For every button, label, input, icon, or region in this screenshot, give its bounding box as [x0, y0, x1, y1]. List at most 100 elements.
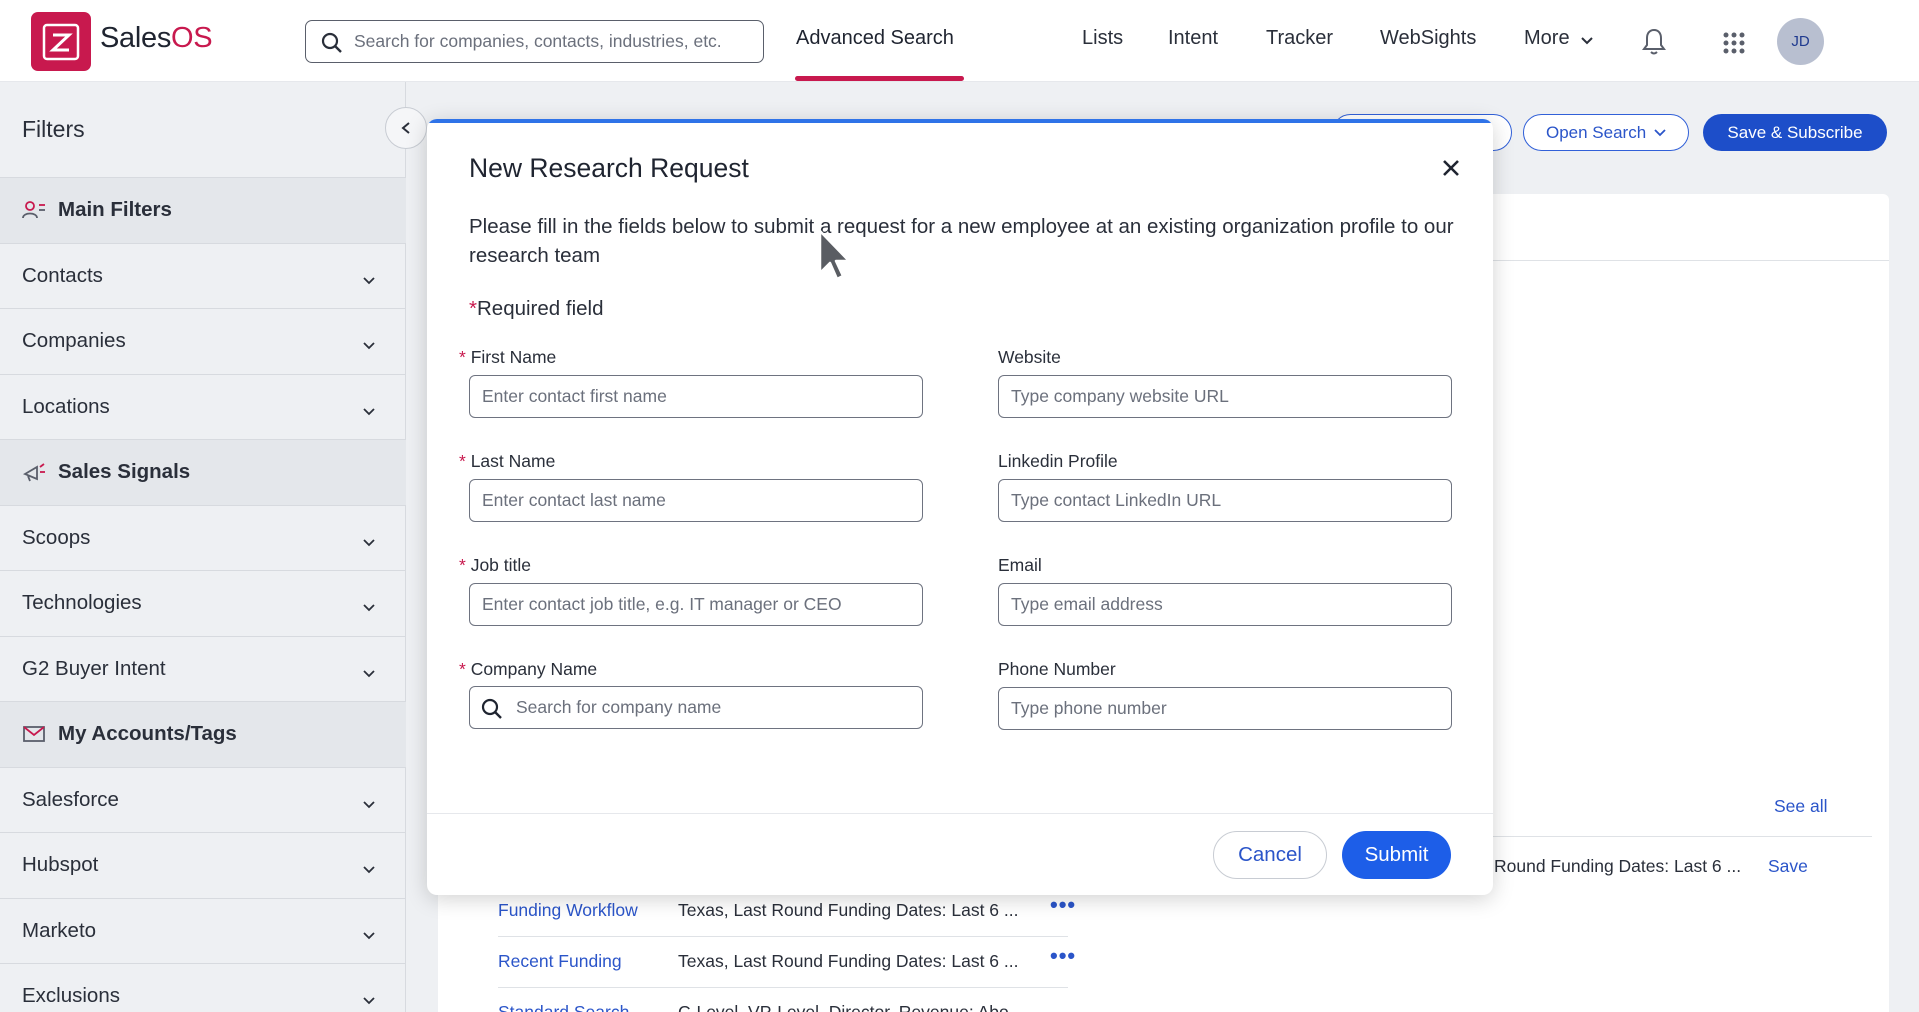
phone-input[interactable]: [1011, 698, 1451, 719]
sidebar-item-technologies[interactable]: Technologies: [0, 570, 406, 636]
sidebar-item-label: Exclusions: [22, 984, 120, 1008]
submit-button[interactable]: Submit: [1342, 831, 1451, 879]
filters-title: Filters: [22, 116, 85, 142]
brand-name: SalesOS: [100, 22, 213, 54]
mouse-cursor-icon: [818, 229, 852, 288]
chevron-down-icon: [362, 268, 376, 292]
chevron-down-icon: [362, 923, 376, 947]
divider: [498, 936, 1068, 937]
sidebar-item-label: Main Filters: [58, 198, 172, 222]
more-options-icon[interactable]: •••: [1050, 943, 1076, 969]
linkedin-input[interactable]: [1011, 490, 1451, 511]
submit-label: Submit: [1364, 843, 1429, 866]
last-name-label: * Last Name: [459, 451, 556, 471]
saved-search-name[interactable]: Recent Funding: [498, 951, 622, 972]
nav-intent[interactable]: Intent: [1168, 27, 1218, 50]
sidebar-section-main-filters[interactable]: Main Filters: [0, 177, 406, 243]
website-field[interactable]: [998, 375, 1452, 418]
company-name-input[interactable]: [516, 697, 922, 718]
sidebar-item-g2-buyer-intent[interactable]: G2 Buyer Intent: [0, 635, 406, 702]
chevron-down-icon: [362, 857, 376, 881]
modal-footer-divider: [427, 813, 1493, 814]
job-title-input[interactable]: [482, 594, 922, 615]
divider: [498, 987, 1068, 988]
chevron-down-icon: [1580, 33, 1594, 51]
filters-sidebar: Filters Main Filters Contacts Companies …: [0, 82, 427, 1012]
sidebar-item-label: Marketo: [22, 918, 97, 942]
nav-tracker[interactable]: Tracker: [1266, 27, 1333, 50]
save-subscribe-button[interactable]: Save & Subscribe: [1703, 114, 1887, 151]
close-icon[interactable]: [1439, 156, 1463, 180]
saved-search-name[interactable]: Standard Search: [498, 1002, 629, 1012]
more-options-icon[interactable]: •••: [1050, 892, 1076, 918]
required-field-note: *Required field: [469, 297, 604, 320]
sidebar-item-contacts[interactable]: Contacts: [0, 242, 406, 309]
open-search-button[interactable]: Open Search: [1523, 114, 1690, 151]
nav-more[interactable]: More: [1524, 27, 1570, 50]
contacts-icon: [22, 200, 46, 220]
global-search[interactable]: [305, 20, 764, 63]
linkedin-label: Linkedin Profile: [998, 451, 1118, 471]
last-name-input[interactable]: [482, 490, 922, 511]
sidebar-item-exclusions[interactable]: Exclusions: [0, 963, 406, 1012]
chevron-down-icon: [1654, 128, 1666, 136]
apps-grid-icon[interactable]: [1723, 32, 1745, 59]
sidebar-item-label: Locations: [22, 394, 110, 418]
sidebar-item-hubspot[interactable]: Hubspot: [0, 832, 406, 898]
email-label: Email: [998, 555, 1042, 575]
chevron-down-icon: [362, 333, 376, 357]
save-link[interactable]: Save: [1768, 856, 1808, 877]
sidebar-section-sales-signals[interactable]: Sales Signals: [0, 439, 406, 505]
chevron-down-icon: [362, 661, 376, 685]
nav-websights[interactable]: WebSights: [1380, 27, 1476, 50]
linkedin-field[interactable]: [998, 479, 1452, 522]
saved-search-name[interactable]: Funding Workflow: [498, 900, 638, 921]
first-name-field[interactable]: [469, 375, 923, 418]
chevron-down-icon: [362, 595, 376, 619]
bell-icon[interactable]: [1641, 27, 1667, 62]
mail-tag-icon: [22, 724, 46, 744]
sidebar-item-scoops[interactable]: Scoops: [0, 504, 406, 571]
job-title-field[interactable]: [469, 583, 923, 626]
email-field[interactable]: [998, 583, 1452, 626]
website-input[interactable]: [1011, 386, 1451, 407]
search-icon: [480, 697, 504, 726]
chevron-down-icon: [362, 530, 376, 554]
nav-lists[interactable]: Lists: [1082, 27, 1123, 50]
collapse-sidebar-button[interactable]: [385, 107, 427, 149]
avatar-initials: JD: [1791, 33, 1810, 50]
sidebar-item-locations[interactable]: Locations: [0, 373, 406, 440]
zoominfo-logo-icon[interactable]: [31, 12, 91, 71]
modal-accent-bar: [427, 119, 1493, 123]
phone-field[interactable]: [998, 687, 1452, 730]
first-name-input[interactable]: [482, 386, 922, 407]
sidebar-item-label: My Accounts/Tags: [58, 722, 237, 746]
sidebar-item-marketo[interactable]: Marketo: [0, 897, 406, 964]
email-input[interactable]: [1011, 594, 1451, 615]
chevron-down-icon: [362, 988, 376, 1012]
sidebar-section-my-accounts-tags[interactable]: My Accounts/Tags: [0, 701, 406, 767]
search-icon: [320, 31, 344, 60]
required-note-text: Required field: [476, 297, 604, 320]
sidebar-item-label: Scoops: [22, 525, 91, 549]
save-subscribe-label: Save & Subscribe: [1727, 122, 1863, 142]
sidebar-item-salesforce[interactable]: Salesforce: [0, 766, 406, 833]
sidebar-item-label: Sales Signals: [58, 460, 191, 484]
sidebar-item-companies[interactable]: Companies: [0, 308, 406, 374]
company-name-field[interactable]: [469, 686, 923, 729]
nav-active-indicator: [795, 76, 964, 81]
job-title-label: * Job title: [459, 555, 531, 575]
nav-advanced-search[interactable]: Advanced Search: [796, 27, 954, 50]
megaphone-icon: [22, 462, 46, 482]
last-name-field[interactable]: [469, 479, 923, 522]
see-all-link[interactable]: See all: [1774, 796, 1828, 817]
cancel-button[interactable]: Cancel: [1213, 831, 1327, 879]
avatar[interactable]: JD: [1777, 18, 1824, 65]
sidebar-item-label: Contacts: [22, 263, 103, 287]
global-search-input[interactable]: [354, 31, 763, 52]
top-navigation: SalesOS Advanced Search Lists Intent Tra…: [0, 0, 1919, 82]
sidebar-item-label: Technologies: [22, 591, 142, 615]
chevron-down-icon: [362, 399, 376, 423]
modal-description: Please fill in the fields below to submi…: [469, 215, 1454, 267]
new-research-request-modal: New Research Request Please fill in the …: [427, 119, 1493, 895]
